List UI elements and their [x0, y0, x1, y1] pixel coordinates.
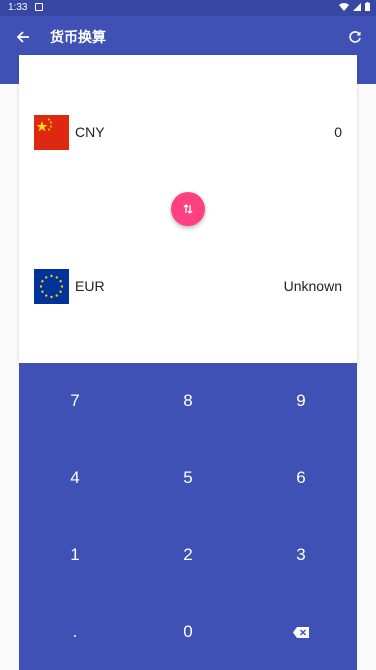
status-icons	[339, 2, 370, 11]
key-2[interactable]: 2	[132, 517, 244, 593]
key-7[interactable]: 7	[19, 363, 131, 439]
swap-vertical-icon	[183, 204, 193, 214]
key-0[interactable]: 0	[132, 594, 244, 670]
page-title: 货币换算	[50, 29, 106, 45]
key-1[interactable]: 1	[19, 517, 131, 593]
refresh-button[interactable]	[344, 26, 366, 48]
from-amount: 0	[334, 124, 342, 140]
refresh-icon	[349, 31, 361, 43]
from-currency-code: CNY	[75, 124, 105, 140]
back-button[interactable]	[12, 26, 34, 48]
backspace-icon	[293, 626, 309, 638]
swap-button[interactable]	[171, 192, 205, 226]
to-amount: Unknown	[283, 278, 342, 294]
eu-flag	[34, 268, 69, 304]
to-currency-row[interactable]: EUR Unknown	[34, 268, 342, 304]
status-bar: 1:33	[0, 0, 376, 16]
china-flag	[34, 114, 69, 150]
key-3[interactable]: 3	[245, 517, 357, 593]
key-5[interactable]: 5	[132, 440, 244, 516]
arrow-back-icon	[16, 31, 29, 43]
to-currency-code: EUR	[75, 278, 105, 294]
notification-icon	[35, 3, 43, 11]
battery-icon	[365, 2, 370, 11]
key-4[interactable]: 4	[19, 440, 131, 516]
converter-card: CNY 0 EUR Unknown	[19, 55, 357, 363]
from-currency-row[interactable]: CNY 0	[34, 114, 342, 150]
keypad: 7 8 9 4 5 6 1 2 3 . 0	[19, 363, 357, 670]
backspace-button[interactable]	[245, 594, 357, 670]
key-decimal[interactable]: .	[19, 594, 131, 670]
key-8[interactable]: 8	[132, 363, 244, 439]
cellular-icon	[353, 2, 361, 11]
wifi-icon	[339, 2, 349, 11]
status-time: 1:33	[8, 2, 28, 13]
key-9[interactable]: 9	[245, 363, 357, 439]
key-6[interactable]: 6	[245, 440, 357, 516]
